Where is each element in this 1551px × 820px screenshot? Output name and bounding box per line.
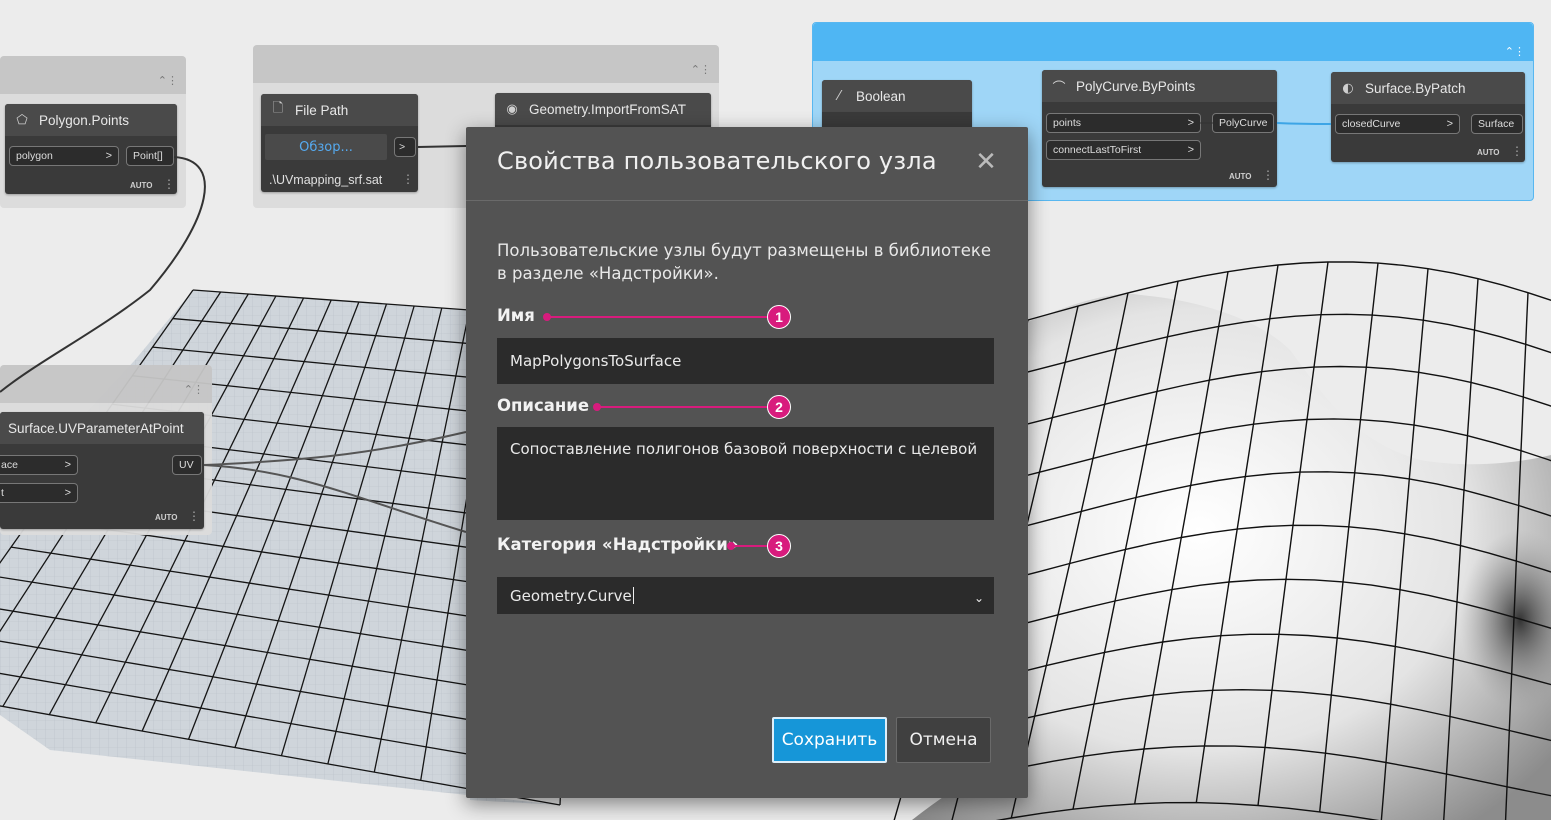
node-title: Surface.ByPatch bbox=[1365, 80, 1466, 96]
custom-node-properties-dialog: Свойства пользовательского узла ✕ Пользо… bbox=[466, 127, 1028, 798]
lacing-label: AUTO bbox=[1477, 148, 1500, 157]
collapse-icon[interactable]: ⌃⋮ bbox=[184, 383, 204, 396]
cancel-button[interactable]: Отмена bbox=[896, 717, 991, 763]
port-label: Surface bbox=[1478, 118, 1515, 130]
node-surface-bypatch[interactable]: ◐ Surface.ByPatch closedCurve > Surface AU… bbox=[1331, 72, 1525, 162]
text-caret bbox=[632, 587, 634, 604]
annotation-badge-2: 2 bbox=[767, 395, 791, 419]
chevron-right-icon: > bbox=[1187, 117, 1194, 129]
output-port-polycurve[interactable]: PolyCurve bbox=[1212, 113, 1274, 133]
polycurve-icon: ⌒ bbox=[1052, 80, 1066, 96]
port-label: UV bbox=[179, 459, 194, 471]
browse-button[interactable]: Обзор... bbox=[265, 134, 387, 160]
port-label: connectLastToFirst bbox=[1053, 144, 1142, 156]
file-icon: 🗋 bbox=[272, 101, 284, 116]
close-icon[interactable]: ✕ bbox=[974, 149, 998, 175]
lacing-label: AUTO bbox=[1229, 172, 1252, 181]
node-boolean[interactable]: ⁄ Boolean bbox=[822, 80, 972, 130]
annotation-line bbox=[731, 545, 769, 547]
input-port-points[interactable]: points > bbox=[1046, 113, 1201, 133]
output-port-path[interactable]: > bbox=[394, 137, 416, 157]
more-icon[interactable]: ⋮ bbox=[1262, 168, 1274, 182]
chevron-right-icon: > bbox=[105, 150, 112, 162]
node-polygon-points[interactable]: ⬠ Polygon.Points polygon > Point[] AUTO ⋮ bbox=[5, 104, 177, 194]
port-label: polygon bbox=[16, 150, 53, 162]
input-port-point[interactable]: t > bbox=[0, 483, 78, 503]
chevron-down-icon[interactable]: ⌄ bbox=[974, 591, 984, 605]
input-port-closedcurve[interactable]: closedCurve > bbox=[1335, 114, 1460, 134]
lacing-label: AUTO bbox=[155, 513, 178, 522]
node-uv-parameter[interactable]: Surface.UVParameterAtPoint ace > t > UV AU… bbox=[0, 412, 204, 529]
input-port-polygon[interactable]: polygon > bbox=[9, 146, 119, 166]
category-label: Категория «Надстройки» bbox=[497, 535, 739, 554]
dialog-description: Пользовательские узлы будут размещены в … bbox=[497, 241, 991, 283]
surface-icon: ◐ bbox=[1342, 80, 1354, 96]
file-path-value: .\UVmapping_srf.sat bbox=[269, 173, 383, 187]
output-port-uv[interactable]: UV bbox=[172, 455, 202, 475]
node-title: File Path bbox=[295, 102, 349, 118]
chevron-right-icon: > bbox=[1446, 118, 1453, 130]
node-file-path[interactable]: 🗋 File Path Обзор... > .\UVmapping_srf.sa… bbox=[261, 94, 418, 192]
dialog-divider bbox=[466, 200, 1028, 201]
node-title: Polygon.Points bbox=[39, 112, 130, 128]
more-icon[interactable]: ⋮ bbox=[1511, 144, 1523, 158]
name-value: MapPolygonsToSurface bbox=[510, 352, 682, 370]
more-icon[interactable]: ⋮ bbox=[188, 509, 200, 523]
description-field[interactable]: Сопоставление полигонов базовой поверхно… bbox=[497, 427, 994, 520]
collapse-icon[interactable]: ⌃⋮ bbox=[1505, 45, 1525, 58]
save-button[interactable]: Сохранить bbox=[772, 717, 887, 763]
dynamo-canvas[interactable]: ⌃⋮ ⬠ Polygon.Points polygon > Point[] AUTO… bbox=[0, 0, 1551, 820]
port-label: points bbox=[1053, 117, 1082, 129]
output-port-surface[interactable]: Surface bbox=[1471, 114, 1523, 134]
name-label: Имя bbox=[497, 306, 535, 325]
category-select[interactable]: Geometry.Curve ⌄ bbox=[497, 577, 994, 614]
port-label: ace bbox=[1, 459, 18, 471]
annotation-line bbox=[547, 316, 769, 318]
chevron-right-icon: > bbox=[64, 487, 71, 499]
port-label: closedCurve bbox=[1342, 118, 1401, 130]
category-value: Geometry.Curve bbox=[510, 586, 632, 605]
input-port-surface[interactable]: ace > bbox=[0, 455, 78, 475]
polygon-icon: ⬠ bbox=[16, 112, 28, 128]
chevron-right-icon: > bbox=[64, 459, 71, 471]
port-label: Point[] bbox=[133, 150, 163, 162]
collapse-icon[interactable]: ⌃⋮ bbox=[158, 74, 178, 87]
node-title: PolyCurve.ByPoints bbox=[1076, 78, 1196, 94]
boolean-icon: ⁄ bbox=[837, 88, 841, 104]
annotation-line bbox=[597, 406, 769, 408]
chevron-right-icon: > bbox=[1187, 144, 1194, 156]
more-icon[interactable]: ⋮ bbox=[163, 177, 175, 191]
node-polycurve[interactable]: ⌒ PolyCurve.ByPoints points > connectLastT… bbox=[1042, 70, 1277, 187]
lacing-label: AUTO bbox=[130, 181, 153, 190]
more-icon[interactable]: ⋮ bbox=[402, 172, 414, 186]
annotation-badge-1: 1 bbox=[767, 305, 791, 329]
dialog-title: Свойства пользовательского узла bbox=[497, 147, 937, 175]
name-field[interactable]: MapPolygonsToSurface bbox=[497, 338, 994, 384]
import-icon: ◉ bbox=[506, 101, 518, 117]
port-label: t bbox=[1, 487, 4, 499]
port-label: PolyCurve bbox=[1219, 117, 1268, 129]
node-title: Surface.UVParameterAtPoint bbox=[8, 420, 184, 436]
output-port-points[interactable]: Point[] bbox=[126, 146, 174, 166]
description-value: Сопоставление полигонов базовой поверхно… bbox=[510, 440, 978, 458]
collapse-icon[interactable]: ⌃⋮ bbox=[691, 63, 711, 76]
node-title: Geometry.ImportFromSAT bbox=[529, 101, 687, 117]
input-port-connect[interactable]: connectLastToFirst > bbox=[1046, 140, 1201, 160]
node-title: Boolean bbox=[856, 88, 906, 104]
annotation-badge-3: 3 bbox=[767, 534, 791, 558]
description-label: Описание bbox=[497, 396, 590, 415]
